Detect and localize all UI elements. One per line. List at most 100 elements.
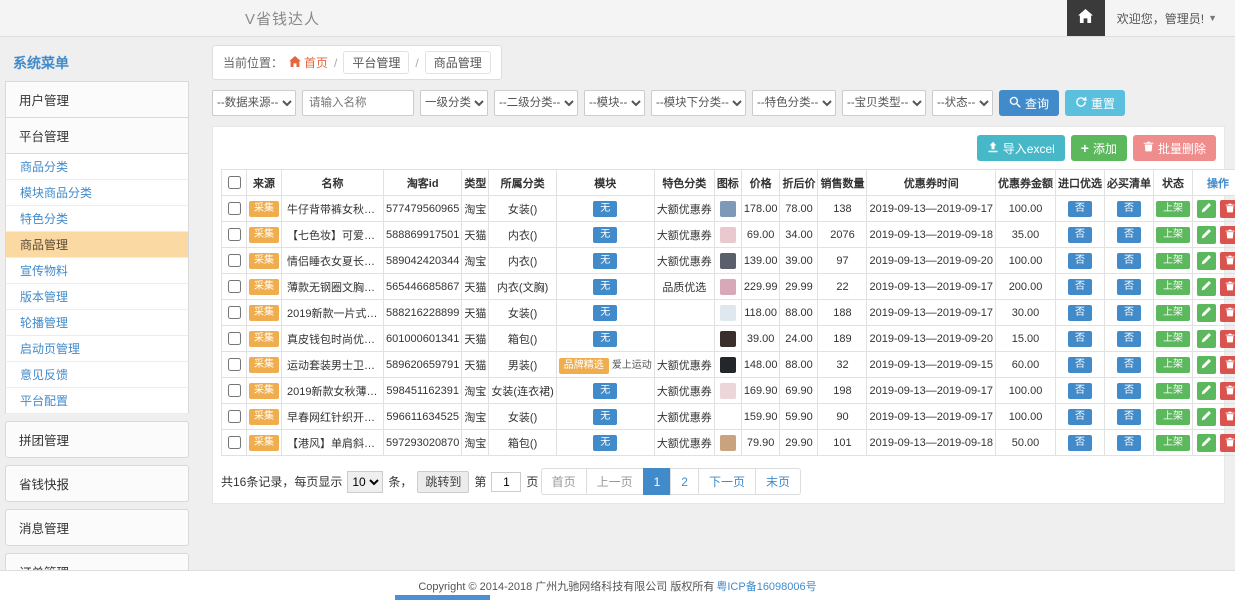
page-button-1[interactable]: 1	[643, 468, 672, 495]
delete-button[interactable]	[1220, 356, 1235, 374]
row-checkbox[interactable]	[228, 358, 241, 371]
filter-select-4[interactable]: --模块--	[584, 90, 645, 116]
user-menu[interactable]: 欢迎您，管理员! ▼	[1105, 10, 1235, 27]
product-thumbnail[interactable]	[720, 331, 736, 347]
row-checkbox[interactable]	[228, 436, 241, 449]
sidebar-item-3[interactable]: 商品分类	[5, 154, 189, 180]
product-thumbnail[interactable]	[720, 201, 736, 217]
module-none-badge[interactable]: 无	[593, 253, 617, 269]
delete-button[interactable]	[1220, 304, 1235, 322]
sidebar-item-16[interactable]: 订单管理	[5, 553, 189, 570]
add-button[interactable]: + 添加	[1071, 135, 1127, 161]
edit-button[interactable]	[1197, 278, 1216, 296]
edit-button[interactable]	[1197, 408, 1216, 426]
edit-button[interactable]	[1197, 382, 1216, 400]
filter-select-1[interactable]: --数据来源--	[212, 90, 296, 116]
page-button-末页[interactable]: 末页	[755, 468, 801, 495]
sidebar-item-7[interactable]: 宣传物料	[5, 258, 189, 284]
sidebar-item-1[interactable]: 用户管理	[5, 81, 189, 118]
import-select-toggle[interactable]: 否	[1068, 253, 1092, 269]
sidebar-item-10[interactable]: 启动页管理	[5, 336, 189, 362]
import-select-toggle[interactable]: 否	[1068, 227, 1092, 243]
edit-button[interactable]	[1197, 434, 1216, 452]
row-checkbox[interactable]	[228, 410, 241, 423]
import-select-toggle[interactable]: 否	[1068, 305, 1092, 321]
sidebar-item-12[interactable]: 平台配置	[5, 388, 189, 414]
import-select-toggle[interactable]: 否	[1068, 409, 1092, 425]
breadcrumb-item[interactable]: 平台管理	[343, 51, 409, 74]
product-thumbnail[interactable]	[720, 279, 736, 295]
module-none-badge[interactable]: 无	[593, 435, 617, 451]
import-select-toggle[interactable]: 否	[1068, 435, 1092, 451]
filter-select-2[interactable]: 一级分类	[420, 90, 488, 116]
import-select-toggle[interactable]: 否	[1068, 279, 1092, 295]
must-buy-toggle[interactable]: 否	[1117, 253, 1141, 269]
sidebar-item-2[interactable]: 平台管理	[5, 117, 189, 154]
must-buy-toggle[interactable]: 否	[1117, 331, 1141, 347]
delete-button[interactable]	[1220, 330, 1235, 348]
row-checkbox[interactable]	[228, 332, 241, 345]
status-toggle[interactable]: 上架	[1156, 331, 1190, 347]
module-none-badge[interactable]: 无	[593, 409, 617, 425]
breadcrumb-home-link[interactable]: 首页	[289, 54, 328, 71]
sidebar-item-5[interactable]: 特色分类	[5, 206, 189, 232]
product-thumbnail[interactable]	[720, 435, 736, 451]
name-search-input[interactable]	[302, 90, 414, 116]
sidebar-item-8[interactable]: 版本管理	[5, 284, 189, 310]
product-thumbnail[interactable]	[720, 227, 736, 243]
page-button-上一页[interactable]: 上一页	[586, 468, 644, 495]
row-checkbox[interactable]	[228, 280, 241, 293]
per-page-select[interactable]: 10	[347, 471, 383, 493]
import-select-toggle[interactable]: 否	[1068, 357, 1092, 373]
delete-button[interactable]	[1220, 200, 1235, 218]
page-button-首页[interactable]: 首页	[541, 468, 587, 495]
filter-select-6[interactable]: --特色分类--	[752, 90, 836, 116]
home-button[interactable]	[1067, 0, 1105, 36]
must-buy-toggle[interactable]: 否	[1117, 435, 1141, 451]
filter-select-7[interactable]: --宝贝类型--	[842, 90, 926, 116]
product-thumbnail[interactable]	[720, 253, 736, 269]
must-buy-toggle[interactable]: 否	[1117, 383, 1141, 399]
status-toggle[interactable]: 上架	[1156, 305, 1190, 321]
module-none-badge[interactable]: 无	[593, 305, 617, 321]
must-buy-toggle[interactable]: 否	[1117, 305, 1141, 321]
import-select-toggle[interactable]: 否	[1068, 201, 1092, 217]
must-buy-toggle[interactable]: 否	[1117, 409, 1141, 425]
filter-select-3[interactable]: --二级分类--	[494, 90, 578, 116]
sidebar-item-4[interactable]: 模块商品分类	[5, 180, 189, 206]
row-checkbox[interactable]	[228, 202, 241, 215]
module-none-badge[interactable]: 无	[593, 227, 617, 243]
status-toggle[interactable]: 上架	[1156, 409, 1190, 425]
edit-button[interactable]	[1197, 200, 1216, 218]
module-none-badge[interactable]: 无	[593, 279, 617, 295]
delete-button[interactable]	[1220, 382, 1235, 400]
module-none-badge[interactable]: 无	[593, 331, 617, 347]
edit-button[interactable]	[1197, 356, 1216, 374]
reset-button[interactable]: 重置	[1065, 90, 1125, 116]
sidebar-item-9[interactable]: 轮播管理	[5, 310, 189, 336]
must-buy-toggle[interactable]: 否	[1117, 201, 1141, 217]
edit-button[interactable]	[1197, 330, 1216, 348]
search-button[interactable]: 查询	[999, 90, 1059, 116]
edit-button[interactable]	[1197, 252, 1216, 270]
jump-button[interactable]: 跳转到	[417, 471, 469, 493]
import-select-toggle[interactable]: 否	[1068, 331, 1092, 347]
page-button-2[interactable]: 2	[670, 468, 699, 495]
filter-select-5[interactable]: --模块下分类--	[651, 90, 746, 116]
select-all-checkbox[interactable]	[228, 176, 241, 189]
sidebar-item-13[interactable]: 拼团管理	[5, 421, 189, 458]
sidebar-item-15[interactable]: 消息管理	[5, 509, 189, 546]
filter-select-8[interactable]: --状态--	[932, 90, 993, 116]
module-none-badge[interactable]: 无	[593, 383, 617, 399]
sidebar-item-6[interactable]: 商品管理	[5, 232, 189, 258]
product-thumbnail[interactable]	[720, 383, 736, 399]
icp-link[interactable]: 粤ICP备16098006号	[716, 578, 816, 594]
must-buy-toggle[interactable]: 否	[1117, 227, 1141, 243]
status-toggle[interactable]: 上架	[1156, 201, 1190, 217]
row-checkbox[interactable]	[228, 228, 241, 241]
status-toggle[interactable]: 上架	[1156, 435, 1190, 451]
breadcrumb-item[interactable]: 商品管理	[425, 51, 491, 74]
status-toggle[interactable]: 上架	[1156, 279, 1190, 295]
edit-button[interactable]	[1197, 304, 1216, 322]
status-toggle[interactable]: 上架	[1156, 383, 1190, 399]
